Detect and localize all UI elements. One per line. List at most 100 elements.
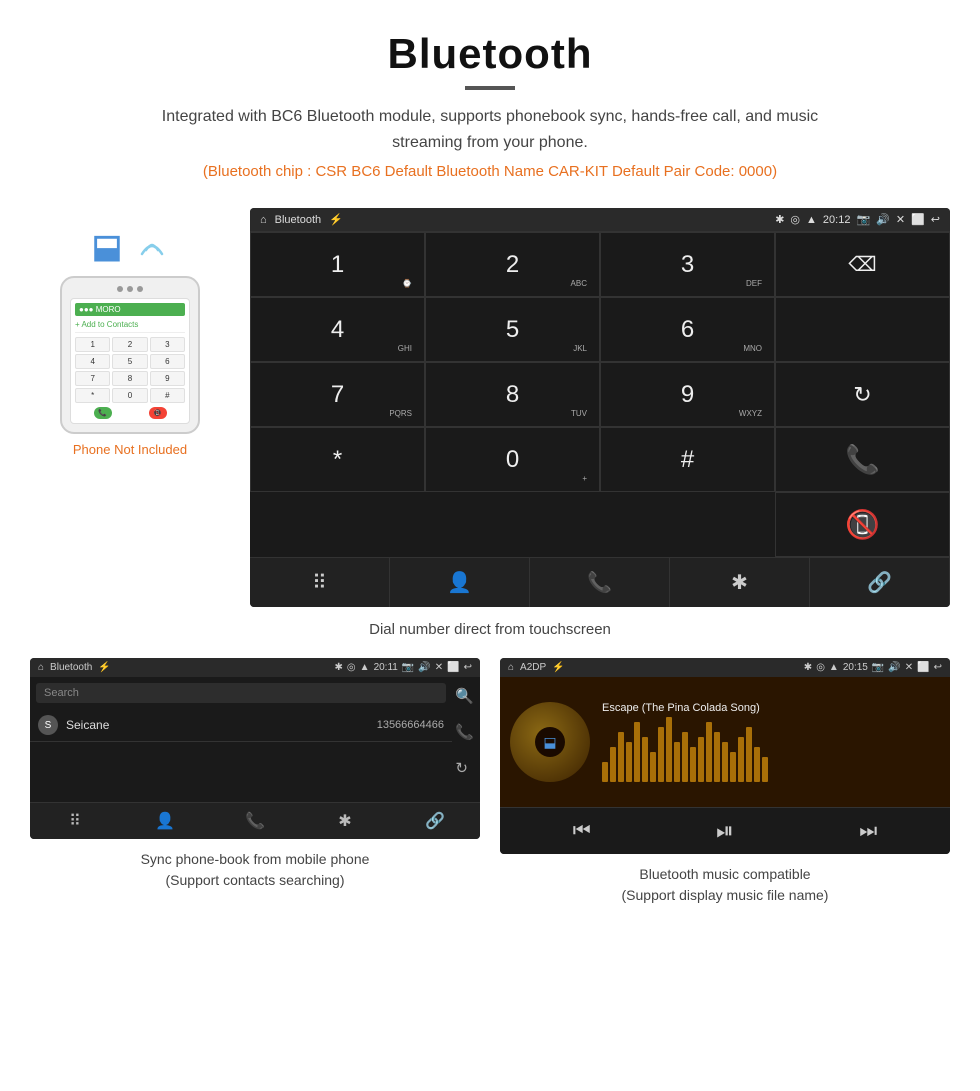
music-song-title: Escape (The Pina Colada Song) [602, 702, 940, 714]
dial-key-9[interactable]: 9 WXYZ [600, 362, 775, 427]
pb-refresh-icon[interactable]: ↻ [455, 759, 474, 777]
dial-key-8[interactable]: 8 TUV [425, 362, 600, 427]
dial-key-1[interactable]: 1 ⌚ [250, 232, 425, 297]
pb-tab-dialpad[interactable]: ⠿ [30, 803, 120, 839]
music-caption-line1: Bluetooth music compatible [639, 866, 810, 882]
music-bar [682, 732, 688, 782]
dial-key-3[interactable]: 3 DEF [600, 232, 775, 297]
music-win-icon: ⬜ [917, 662, 929, 673]
dial-key-7[interactable]: 7 PQRS [250, 362, 425, 427]
music-bar [618, 732, 624, 782]
dial-key-2[interactable]: 2 ABC [425, 232, 600, 297]
pb-search-bar[interactable]: Search [36, 683, 446, 703]
music-app-name: A2DP [520, 662, 546, 673]
pb-home-icon: ⌂ [38, 662, 44, 673]
music-bar [698, 737, 704, 782]
music-bt-logo: ⬓ [543, 734, 556, 751]
car-status-right: ✱ ◎ ▲ 20:12 📷 🔊 ✕ ⬜ ↩ [775, 213, 940, 226]
backspace-icon[interactable]: ⌫ [848, 252, 876, 277]
dial-key-0[interactable]: 0 + [425, 427, 600, 492]
music-visualizer [602, 722, 940, 782]
phone-key-2: 2 [112, 337, 147, 352]
music-bar [746, 727, 752, 782]
music-bar [626, 742, 632, 782]
car-tab-link[interactable]: 🔗 [810, 558, 950, 607]
hangup-icon[interactable]: 📵 [845, 508, 880, 541]
pb-search-icon[interactable]: 🔍 [455, 687, 474, 705]
pb-bt-icon: ✱ [335, 662, 343, 673]
car-tab-dialpad[interactable]: ⠿ [250, 558, 390, 607]
phone-key-star: * [75, 388, 110, 403]
bluetooth-status-icon: ✱ [775, 213, 784, 226]
music-next-button[interactable]: ⏭ [859, 820, 877, 843]
music-info: Escape (The Pina Colada Song) [602, 702, 940, 782]
car-status-left: ⌂ Bluetooth ⚡ [260, 213, 343, 226]
music-bar [754, 747, 760, 782]
pb-tab-phone[interactable]: 📞 [210, 803, 300, 839]
car-tab-contacts[interactable]: 👤 [390, 558, 530, 607]
pb-back-icon: ↩ [464, 662, 472, 673]
pb-tab-bar: ⠿ 👤 📞 ✱ 🔗 [30, 802, 480, 839]
music-status-left: ⌂ A2DP ⚡ [508, 662, 565, 673]
music-screen: ⌂ A2DP ⚡ ✱ ◎ ▲ 20:15 📷 🔊 ✕ ⬜ ↩ [500, 658, 950, 854]
dial-label-hash: # [681, 446, 694, 474]
bluetooth-signal-container: ⬓ [92, 228, 168, 264]
car-time: 20:12 [823, 214, 851, 226]
dial-label-2: 2 [506, 251, 519, 279]
dial-sub-7: PQRS [389, 409, 412, 418]
music-play-button[interactable]: ⏯ [716, 818, 734, 844]
phone-keypad: 1 2 3 4 5 6 7 8 9 * 0 # [75, 337, 185, 403]
pb-contact-initial: S [38, 715, 58, 735]
dial-key-5[interactable]: 5 JKL [425, 297, 600, 362]
pb-camera-icon: 📷 [402, 662, 414, 673]
dial-label-1: 1 [331, 251, 344, 279]
music-album-inner: ⬓ [535, 727, 565, 757]
dial-key-4[interactable]: 4 GHI [250, 297, 425, 362]
phonebook-screen: ⌂ Bluetooth ⚡ ✱ ◎ ▲ 20:11 📷 🔊 ✕ ⬜ ↩ [30, 658, 480, 839]
dial-call-cell: 📞 [775, 427, 950, 492]
music-caption-line2: (Support display music file name) [622, 887, 829, 903]
music-usb-icon: ⚡ [552, 662, 564, 673]
music-bar [722, 742, 728, 782]
music-bar [706, 722, 712, 782]
pb-call-icon[interactable]: 📞 [455, 723, 474, 741]
call-icon[interactable]: 📞 [845, 443, 880, 476]
car-tab-bluetooth[interactable]: ✱ [670, 558, 810, 607]
phone-mockup: ●●● MORO + Add to Contacts 1 2 3 4 5 6 7… [60, 276, 200, 434]
dialpad-grid: 1 ⌚ 2 ABC 3 DEF ⌫ 4 GHI 5 JKL [250, 231, 950, 557]
phone-screen-header: ●●● MORO [75, 303, 185, 316]
phone-key-3: 3 [150, 337, 185, 352]
car-dialpad-screen: ⌂ Bluetooth ⚡ ✱ ◎ ▲ 20:12 📷 🔊 ✕ ⬜ ↩ 1 ⌚ [250, 208, 950, 607]
music-prev-button[interactable]: ⏮ [573, 820, 591, 843]
music-camera-icon: 📷 [872, 662, 884, 673]
dial-sub-9: WXYZ [739, 409, 762, 418]
phone-call-button: 📞 [94, 407, 112, 419]
pb-tab-bluetooth[interactable]: ✱ [300, 803, 390, 839]
phonebook-caption: Sync phone-book from mobile phone (Suppo… [141, 849, 370, 891]
refresh-icon[interactable]: ↻ [853, 382, 871, 408]
pb-tab-contacts[interactable]: 👤 [120, 803, 210, 839]
car-status-bar: ⌂ Bluetooth ⚡ ✱ ◎ ▲ 20:12 📷 🔊 ✕ ⬜ ↩ [250, 208, 950, 231]
dial-label-4: 4 [331, 316, 344, 344]
car-tab-phone[interactable]: 📞 [530, 558, 670, 607]
camera-icon: 📷 [856, 213, 870, 226]
dial-label-7: 7 [331, 381, 344, 409]
music-bar [642, 737, 648, 782]
dial-cell-empty-1: ⌫ [775, 232, 950, 297]
music-caption: Bluetooth music compatible (Support disp… [622, 864, 829, 906]
music-bar [610, 747, 616, 782]
dial-key-6[interactable]: 6 MNO [600, 297, 775, 362]
pb-tab-link[interactable]: 🔗 [390, 803, 480, 839]
music-bar [634, 722, 640, 782]
music-gps-icon: ◎ [816, 662, 825, 673]
phone-key-6: 6 [150, 354, 185, 369]
pb-search-placeholder: Search [44, 687, 79, 699]
music-bar [738, 737, 744, 782]
pb-win-icon: ⬜ [447, 662, 459, 673]
dial-key-star[interactable]: * [250, 427, 425, 492]
phone-dot-1 [117, 286, 123, 292]
phone-key-4: 4 [75, 354, 110, 369]
music-content-area: ⬓ Escape (The Pina Colada Song) [500, 677, 950, 807]
dial-key-hash[interactable]: # [600, 427, 775, 492]
music-bar [602, 762, 608, 782]
